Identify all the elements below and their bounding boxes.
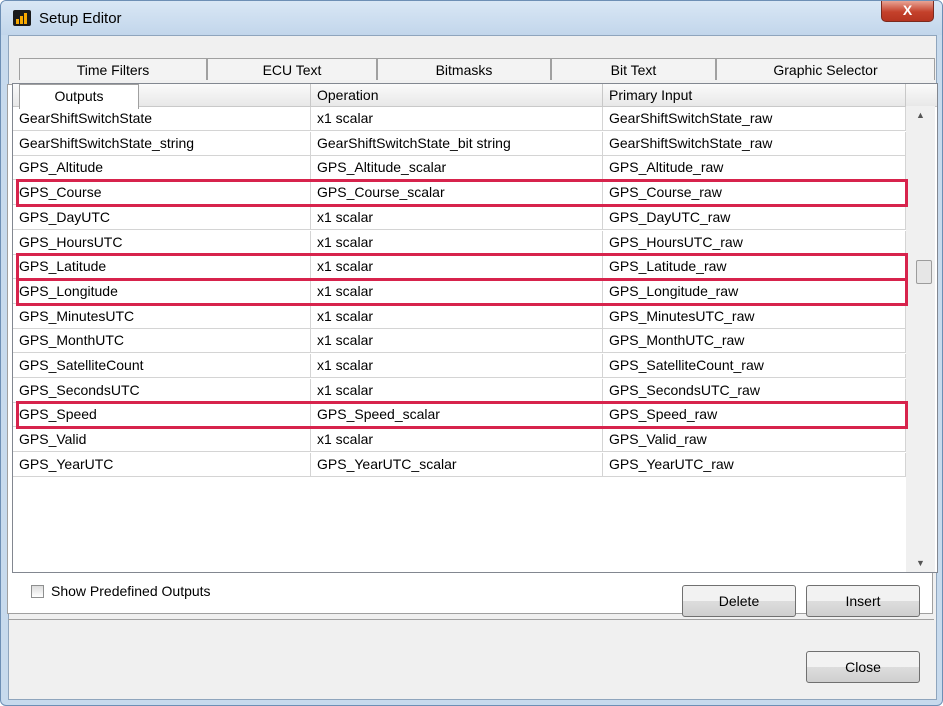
primary-input-cell[interactable]: GPS_Latitude_raw (603, 255, 906, 279)
primary-input-cell[interactable]: GPS_Altitude_raw (603, 156, 906, 180)
primary-input-cell[interactable]: GPS_HoursUTC_raw (603, 230, 906, 254)
table-row[interactable]: GPS_SecondsUTC x1 scalar GPS_SecondsUTC_ra… (13, 378, 906, 403)
operation-cell[interactable]: GPS_YearUTC_scalar (311, 452, 603, 476)
table-row[interactable]: GPS_MonthUTC x1 scalar GPS_MonthUTC_raw (13, 329, 906, 354)
primary-input-cell[interactable]: GPS_SecondsUTC_raw (603, 378, 906, 402)
table-row[interactable]: GPS_Latitude x1 scalar GPS_Latitude_raw (13, 255, 906, 280)
primary-input-cell[interactable]: GPS_Course_raw (603, 181, 906, 205)
output-name-cell[interactable]: GPS_YearUTC (13, 452, 311, 476)
close-window-button[interactable]: X (881, 1, 934, 22)
operation-cell[interactable]: GPS_Speed_scalar (311, 403, 603, 427)
close-button[interactable]: Close (806, 651, 920, 683)
table-row[interactable]: GPS_Speed GPS_Speed_scalar GPS_Speed_raw (13, 403, 906, 428)
operation-cell[interactable]: x1 scalar (311, 428, 603, 452)
operation-cell[interactable]: x1 scalar (311, 378, 603, 402)
primary-input-cell[interactable]: GPS_MinutesUTC_raw (603, 304, 906, 328)
tab-outputs[interactable]: Outputs (19, 84, 139, 109)
tab-time-filters[interactable]: Time Filters (19, 58, 207, 80)
table-row[interactable]: GearShiftSwitchState x1 scalar GearShiftSw… (13, 107, 906, 131)
output-name-cell[interactable]: GPS_Altitude (13, 156, 311, 180)
tab-graphic-selector[interactable]: Graphic Selector (716, 58, 935, 80)
primary-input-cell[interactable]: GearShiftSwitchState_raw (603, 107, 906, 130)
output-name-cell[interactable]: GPS_MinutesUTC (13, 304, 311, 328)
output-name-cell[interactable]: GPS_Speed (13, 403, 311, 427)
output-name-cell[interactable]: GPS_SecondsUTC (13, 378, 311, 402)
table-row[interactable]: GPS_Longitude x1 scalar GPS_Longitude_raw (13, 279, 906, 304)
operation-cell[interactable]: x1 scalar (311, 230, 603, 254)
table-row[interactable]: GPS_DayUTC x1 scalar GPS_DayUTC_raw (13, 205, 906, 230)
table-row[interactable]: GearShiftSwitchState_string GearShiftSwit… (13, 131, 906, 156)
table-header: Output Name Operation Primary Input (13, 84, 937, 107)
operation-cell[interactable]: x1 scalar (311, 279, 603, 303)
operation-cell[interactable]: GearShiftSwitchState_bit string (311, 131, 603, 155)
primary-input-cell[interactable]: GearShiftSwitchState_raw (603, 131, 906, 155)
operation-cell[interactable]: GPS_Course_scalar (311, 181, 603, 205)
table-row[interactable]: GPS_Valid x1 scalar GPS_Valid_raw (13, 428, 906, 453)
title-bar[interactable]: Setup Editor (1, 1, 942, 35)
checkbox-box[interactable] (31, 585, 44, 598)
operation-cell[interactable]: x1 scalar (311, 255, 603, 279)
primary-input-cell[interactable]: GPS_DayUTC_raw (603, 205, 906, 229)
column-header-primary-input[interactable]: Primary Input (603, 84, 906, 106)
operation-cell[interactable]: x1 scalar (311, 354, 603, 377)
table-row[interactable]: GPS_HoursUTC x1 scalar GPS_HoursUTC_raw (13, 230, 906, 255)
vertical-scrollbar[interactable]: ▲ ▼ (906, 106, 935, 572)
operation-cell[interactable]: x1 scalar (311, 329, 603, 353)
table-row[interactable]: GPS_Altitude GPS_Altitude_scalar GPS_Altit… (13, 156, 906, 181)
output-name-cell[interactable]: GPS_HoursUTC (13, 230, 311, 254)
primary-input-cell[interactable]: GPS_Speed_raw (603, 403, 906, 427)
tab-bit-text[interactable]: Bit Text (551, 58, 716, 80)
table-row[interactable]: GPS_YearUTC GPS_YearUTC_scalar GPS_YearUTC… (13, 452, 906, 477)
output-name-cell[interactable]: GPS_SatelliteCount (13, 354, 311, 377)
checkbox-label: Show Predefined Outputs (51, 583, 211, 599)
output-name-cell[interactable]: GPS_Valid (13, 428, 311, 452)
window-title: Setup Editor (39, 10, 122, 27)
output-name-cell[interactable]: GPS_Course (13, 181, 311, 205)
operation-cell[interactable]: x1 scalar (311, 107, 603, 130)
insert-button[interactable]: Insert (806, 585, 920, 617)
app-icon (13, 10, 31, 26)
primary-input-cell[interactable]: GPS_Valid_raw (603, 428, 906, 452)
scrollbar-thumb[interactable] (916, 260, 932, 284)
column-header-operation[interactable]: Operation (311, 84, 603, 106)
primary-input-cell[interactable]: GPS_SatelliteCount_raw (603, 354, 906, 377)
output-name-cell[interactable]: GPS_DayUTC (13, 205, 311, 229)
outputs-table: Output Name Operation Primary Input Gear… (12, 83, 938, 573)
primary-input-cell[interactable]: GPS_MonthUTC_raw (603, 329, 906, 353)
operation-cell[interactable]: GPS_Altitude_scalar (311, 156, 603, 180)
scroll-down-icon[interactable]: ▼ (906, 554, 935, 572)
output-name-cell[interactable]: GPS_MonthUTC (13, 329, 311, 353)
output-name-cell[interactable]: GearShiftSwitchState (13, 107, 311, 130)
tab-ecu-text[interactable]: ECU Text (207, 58, 377, 80)
table-row[interactable]: GPS_SatelliteCount x1 scalar GPS_Satellite… (13, 354, 906, 378)
operation-cell[interactable]: x1 scalar (311, 205, 603, 229)
output-name-cell[interactable]: GPS_Longitude (13, 279, 311, 303)
primary-input-cell[interactable]: GPS_Longitude_raw (603, 279, 906, 303)
delete-button[interactable]: Delete (682, 585, 796, 617)
scroll-up-icon[interactable]: ▲ (906, 106, 935, 124)
primary-input-cell[interactable]: GPS_YearUTC_raw (603, 452, 906, 476)
table-row[interactable]: GPS_Course GPS_Course_scalar GPS_Course_ra… (13, 181, 906, 206)
output-name-cell[interactable]: GPS_Latitude (13, 255, 311, 279)
table-row[interactable]: GPS_MinutesUTC x1 scalar GPS_MinutesUTC_ra… (13, 304, 906, 329)
operation-cell[interactable]: x1 scalar (311, 304, 603, 328)
tab-bitmasks[interactable]: Bitmasks (377, 58, 551, 80)
divider (8, 619, 934, 620)
output-name-cell[interactable]: GearShiftSwitchState_string (13, 131, 311, 155)
